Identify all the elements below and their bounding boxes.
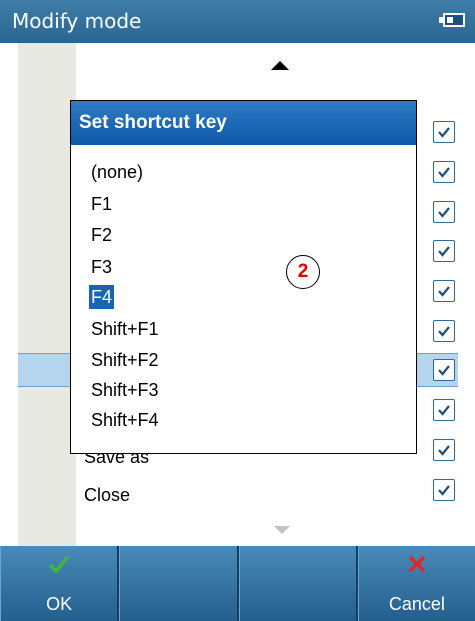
shortcut-key-popup: Set shortcut key (none) F1 F2 F3 F4 Shif… — [70, 100, 417, 454]
shortcut-option-f3[interactable]: F3 — [89, 255, 114, 279]
shortcut-option-f4[interactable]: F4 — [87, 284, 116, 310]
checkbox[interactable] — [433, 280, 455, 302]
menu-item-close[interactable]: Close — [84, 483, 130, 507]
close-icon — [406, 554, 428, 578]
shortcut-option-none[interactable]: (none) — [89, 160, 145, 184]
shortcut-option-f1[interactable]: F1 — [89, 192, 114, 216]
ok-label: OK — [46, 594, 73, 614]
shortcut-option-shift-f4[interactable]: Shift+F4 — [89, 408, 161, 432]
callout-badge: 2 — [286, 255, 320, 289]
checkbox[interactable] — [433, 161, 455, 183]
shortcut-option-shift-f1[interactable]: Shift+F1 — [89, 317, 161, 341]
popup-header: Set shortcut key — [71, 101, 416, 145]
menu-gutter — [18, 43, 76, 546]
empty-softkey[interactable] — [238, 546, 358, 621]
title-bar: Modify mode — [0, 0, 475, 43]
window-title: Modify mode — [12, 9, 142, 33]
checkbox[interactable] — [433, 240, 455, 262]
empty-softkey[interactable] — [119, 546, 239, 621]
checkmark-icon — [48, 554, 70, 578]
scroll-up-icon[interactable] — [271, 61, 289, 70]
cancel-button[interactable]: Cancel — [357, 546, 475, 621]
shortcut-option-shift-f2[interactable]: Shift+F2 — [89, 348, 161, 372]
battery-icon — [439, 13, 465, 27]
checkbox[interactable] — [433, 439, 455, 461]
cancel-label: Cancel — [388, 594, 445, 614]
scroll-down-icon[interactable] — [274, 526, 290, 534]
softkey-bar: OK Cancel — [0, 546, 475, 621]
popup-title: Set shortcut key — [79, 112, 227, 133]
checkbox[interactable] — [433, 359, 455, 381]
checkbox[interactable] — [433, 479, 455, 501]
checkbox[interactable] — [433, 201, 455, 223]
checkbox[interactable] — [433, 399, 455, 421]
shortcut-option-shift-f3[interactable]: Shift+F3 — [89, 378, 161, 402]
ok-button[interactable]: OK — [0, 546, 120, 621]
shortcut-option-f2[interactable]: F2 — [89, 223, 114, 247]
checkbox[interactable] — [433, 121, 455, 143]
checkbox[interactable] — [433, 320, 455, 342]
